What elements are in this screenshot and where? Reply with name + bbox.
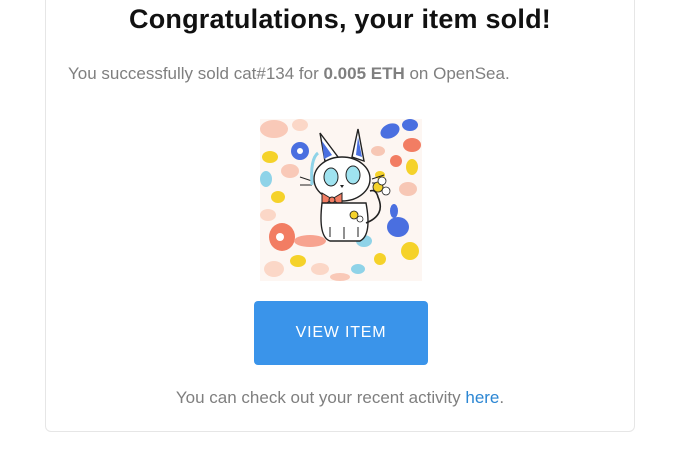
activity-suffix: .: [499, 388, 505, 407]
email-card: Congratulations, your item sold! You suc…: [45, 0, 635, 432]
sale-price: 0.005 ETH: [323, 64, 405, 83]
message-suffix: on OpenSea.: [404, 64, 510, 83]
page-title: Congratulations, your item sold!: [129, 4, 551, 34]
sale-message: You successfully sold cat#134 for 0.005 …: [68, 64, 510, 84]
message-prefix: You successfully sold: [68, 64, 234, 83]
cat-artwork-image: [260, 119, 422, 281]
item-name: cat#134: [233, 64, 295, 83]
activity-message: You can check out your recent activity h…: [46, 388, 634, 408]
activity-prefix: You can check out your recent activity: [175, 388, 466, 407]
view-item-button[interactable]: VIEW ITEM: [254, 301, 428, 365]
message-for: for: [294, 64, 324, 83]
activity-here-link[interactable]: here: [465, 388, 499, 407]
item-image[interactable]: [260, 119, 422, 281]
